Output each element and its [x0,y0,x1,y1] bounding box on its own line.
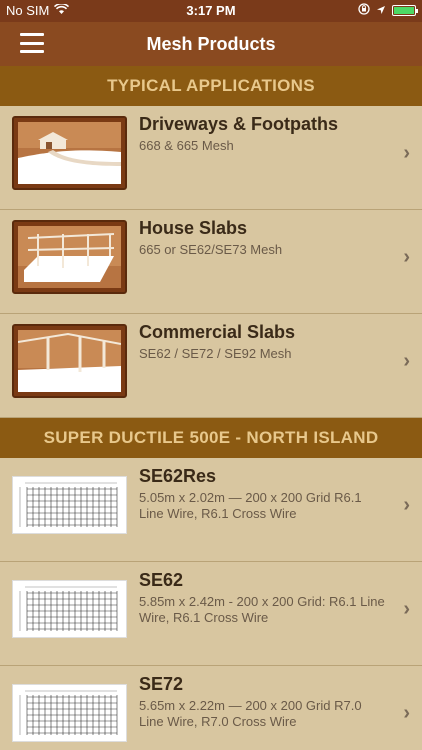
list-item-subtitle: 5.65m x 2.22m — 200 x 200 Grid R7.0 Line… [139,698,362,729]
chevron-right-icon: › [403,142,410,164]
chevron-right-icon: › [403,494,410,516]
driveway-image [12,116,127,190]
list-item-title: Commercial Slabs [139,322,296,342]
chevron-right-icon: › [403,598,410,620]
chevron-right-icon: › [403,350,410,372]
list-item-subtitle: SE62 / SE72 / SE92 Mesh [139,346,292,361]
battery-icon [392,5,418,16]
mesh-diagram-image [12,684,127,742]
list-item-title: SE62 [139,570,184,590]
section-header-super-ductile: SUPER DUCTILE 500E - NORTH ISLAND [0,418,422,458]
mesh-diagram-image [12,476,127,534]
list-item-house-slabs[interactable]: House Slabs 665 or SE62/SE73 Mesh › [0,210,422,314]
list-item-title: House Slabs [139,218,248,238]
list-item-se72[interactable]: SE72 5.65m x 2.22m — 200 x 200 Grid R7.0… [0,666,422,750]
list-item-se62[interactable]: SE62 5.85m x 2.42m - 200 x 200 Grid: R6.… [0,562,422,666]
list-item-subtitle: 665 or SE62/SE73 Mesh [139,242,283,257]
location-arrow-icon [376,3,386,18]
list-item-commercial-slabs[interactable]: Commercial Slabs SE62 / SE72 / SE92 Mesh… [0,314,422,418]
status-bar: No SIM 3:17 PM [0,0,422,22]
page-title: Mesh Products [146,34,276,54]
list-item-subtitle: 5.05m x 2.02m — 200 x 200 Grid R6.1 Line… [139,490,362,521]
mesh-diagram-image [12,580,127,638]
nav-bar: Mesh Products [0,22,422,66]
chevron-right-icon: › [403,702,410,724]
list-item-driveways[interactable]: Driveways & Footpaths 668 & 665 Mesh › [0,106,422,210]
list-item-subtitle: 5.85m x 2.42m - 200 x 200 Grid: R6.1 Lin… [139,594,385,625]
list-item-title: Driveways & Footpaths [139,114,339,134]
house-slab-image [12,220,127,294]
list-item-se62res[interactable]: SE62Res 5.05m x 2.02m — 200 x 200 Grid R… [0,458,422,562]
commercial-slab-image [12,324,127,398]
list-item-title: SE72 [139,674,184,694]
section-header-typical-applications: TYPICAL APPLICATIONS [0,66,422,106]
list-item-title: SE62Res [139,466,217,486]
orientation-lock-icon [358,3,370,18]
list-item-subtitle: 668 & 665 Mesh [139,138,234,153]
chevron-right-icon: › [403,246,410,268]
status-right [358,3,418,18]
